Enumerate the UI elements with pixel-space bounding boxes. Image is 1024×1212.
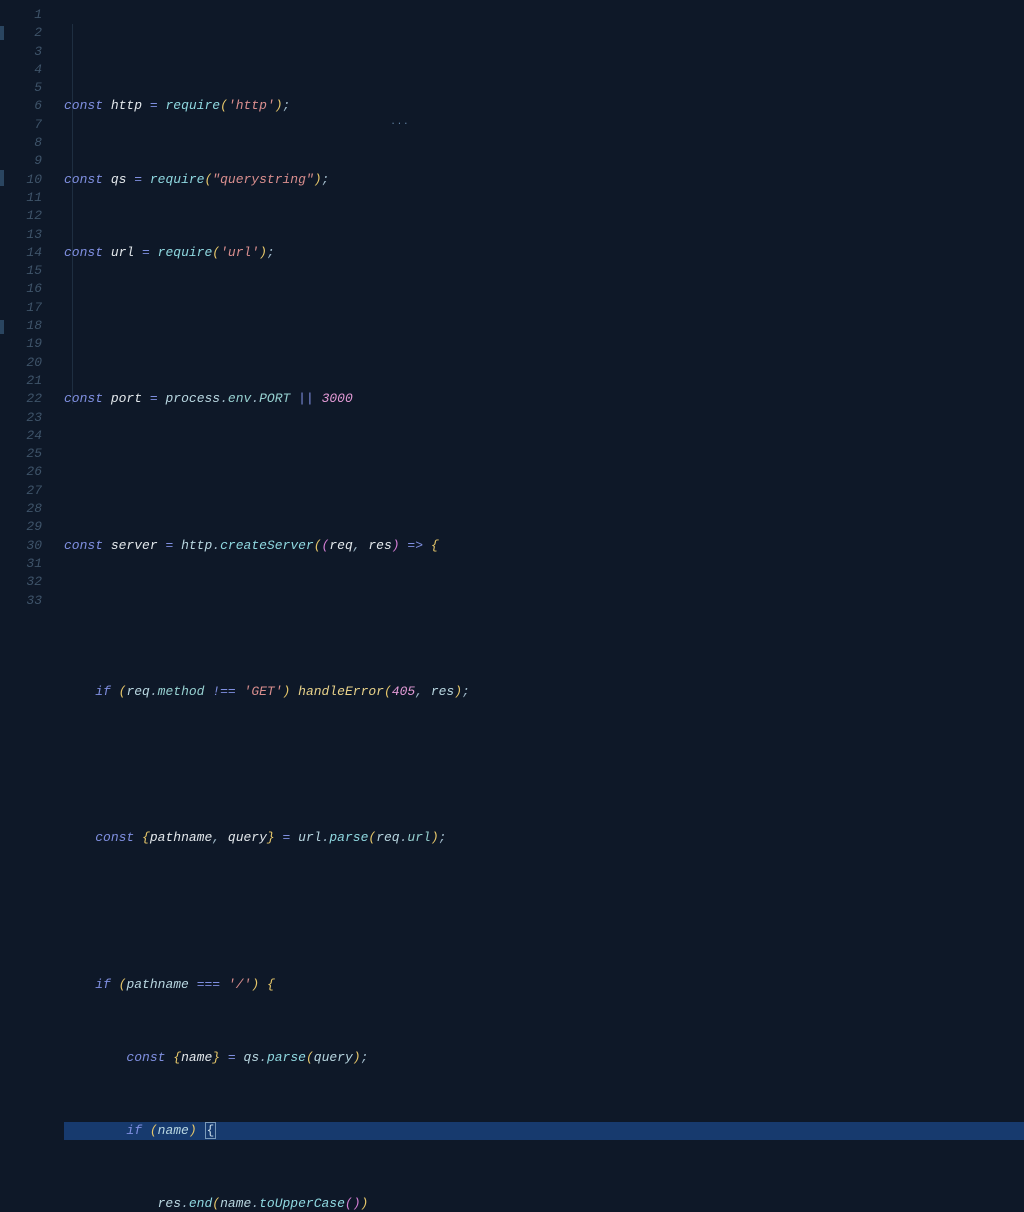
line-number: 1 — [0, 6, 42, 24]
minimap-strip — [0, 0, 6, 606]
line-number: 29 — [0, 518, 42, 536]
lint-hint-icon: ··· — [390, 119, 409, 129]
line-number: 28 — [0, 500, 42, 518]
line-number: 32 — [0, 573, 42, 591]
line-number: 14 — [0, 244, 42, 262]
matching-brace-open-icon: { — [205, 1122, 217, 1139]
line-number: 20 — [0, 354, 42, 372]
line-number: 30 — [0, 537, 42, 555]
line-number: 9 — [0, 152, 42, 170]
line-number: 31 — [0, 555, 42, 573]
line-number: 24 — [0, 427, 42, 445]
current-line[interactable]: if (name) { — [64, 1122, 1024, 1140]
line-number: 8 — [0, 134, 42, 152]
line-number: 3 — [0, 43, 42, 61]
line-number: 25 — [0, 445, 42, 463]
code-editor[interactable]: 1234567891011121314151617181920212223242… — [0, 0, 1024, 606]
line-number: 5 — [0, 79, 42, 97]
line-number: 17 — [0, 299, 42, 317]
line-number-gutter: 1234567891011121314151617181920212223242… — [0, 0, 64, 606]
line-number: 23 — [0, 409, 42, 427]
line-number: 26 — [0, 463, 42, 481]
line-number: 2 — [0, 24, 42, 42]
line-number: 6 — [0, 97, 42, 115]
line-number: 4 — [0, 61, 42, 79]
line-number: 15 — [0, 262, 42, 280]
line-number: 21 — [0, 372, 42, 390]
line-number: 7 — [0, 116, 42, 134]
line-number: 11 — [0, 189, 42, 207]
line-number: 12 — [0, 207, 42, 225]
line-number: 13 — [0, 226, 42, 244]
code-area[interactable]: const http = require('http');··· const q… — [64, 0, 1024, 606]
line-number: 18 — [0, 317, 42, 335]
keyword-const: const — [64, 98, 103, 113]
line-number: 10 — [0, 171, 42, 189]
line-number: 19 — [0, 335, 42, 353]
line-number: 27 — [0, 482, 42, 500]
line-number: 33 — [0, 592, 42, 610]
line-number: 22 — [0, 390, 42, 408]
line-number: 16 — [0, 280, 42, 298]
